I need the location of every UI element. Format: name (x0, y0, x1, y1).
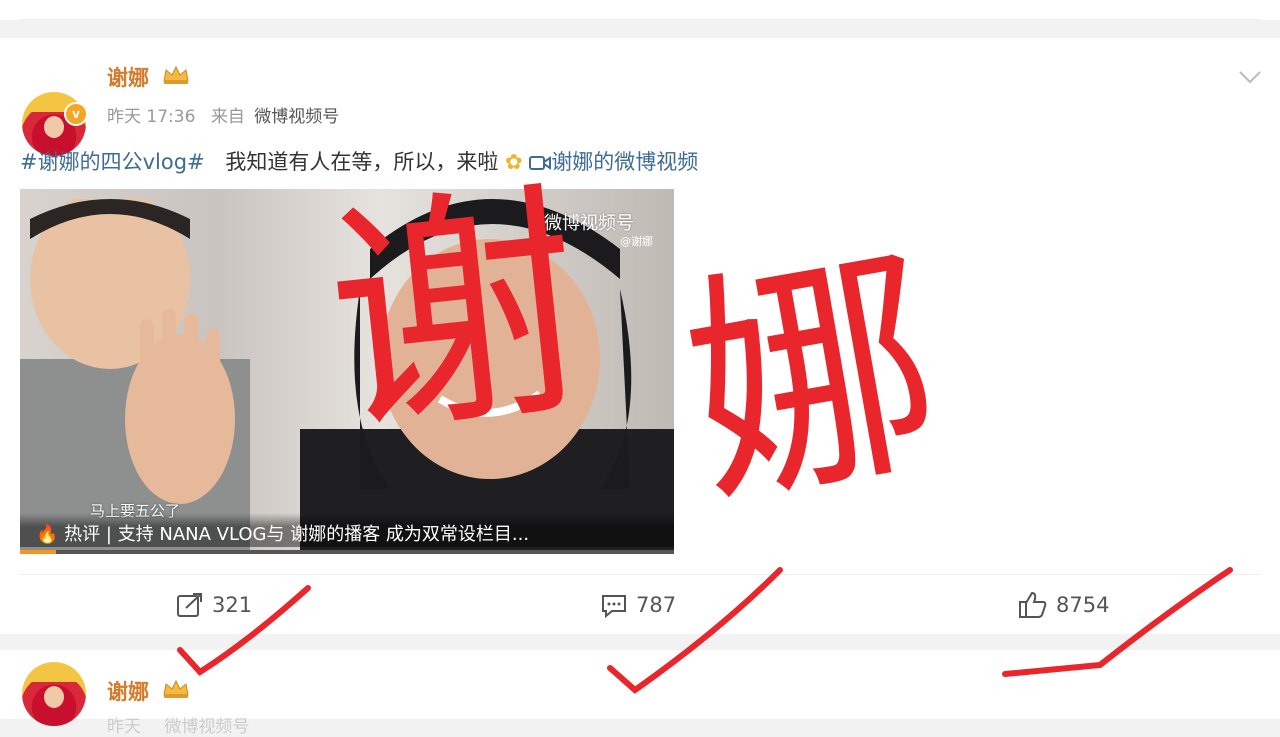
avatar-face (44, 686, 64, 708)
actions-divider (20, 574, 1260, 575)
comment-icon (602, 595, 626, 618)
next-avatar[interactable] (22, 662, 86, 726)
video-watermark: 微博视频号 (544, 213, 634, 234)
post-source[interactable]: 微博视频号 (254, 107, 339, 127)
comment-count: 787 (636, 593, 677, 617)
video-progress-fill (20, 550, 56, 554)
avatar-face (44, 116, 64, 138)
video-icon (529, 156, 552, 170)
repost-count: 321 (212, 593, 253, 617)
like-button[interactable]: 8754 (1018, 590, 1109, 620)
like-count: 8754 (1056, 593, 1110, 617)
next-post-card: 谢娜 昨天 微博视频号 (0, 650, 1280, 737)
post-body: 我知道有人在等，所以，来啦 (225, 150, 499, 174)
username[interactable]: 谢娜 (107, 62, 149, 92)
like-icon (1019, 591, 1047, 618)
post-text: #谢娜的四公vlog# 我知道有人在等，所以，来啦 ✿ 谢娜的微博视频 (20, 146, 698, 176)
crown-icon (163, 679, 189, 698)
topic-link[interactable]: #谢娜的四公vlog# (20, 150, 205, 174)
source-prefix: 来自 (210, 107, 245, 127)
video-person-right (300, 199, 674, 554)
weibo-post-card: v 谢娜 昨天 17:36 来自 微博视频号 #谢娜的四公vlog# 我知道有人… (0, 38, 1280, 634)
chevron-down-icon[interactable] (1238, 70, 1262, 84)
previous-post-card-bottom (0, 0, 1280, 20)
post-meta: 昨天 17:36 来自 微博视频号 (107, 102, 339, 127)
next-username[interactable]: 谢娜 (107, 676, 149, 706)
comment-button[interactable]: 787 (600, 590, 676, 620)
video-progress[interactable] (20, 550, 674, 554)
emoji-icon: ✿ (505, 150, 523, 174)
avatar-banner (28, 668, 80, 682)
video-link[interactable]: 谢娜的微博视频 (551, 150, 698, 174)
repost-button[interactable]: 321 (176, 590, 252, 620)
hot-comment-text: 热评 | 支持 NANA VLOG与 谢娜的播客 成为双常设栏目... (64, 524, 530, 545)
video-player[interactable]: 微博视频号 @谢娜 马上要五公了 🔥 热评 | 支持 NANA VLOG与 谢娜… (20, 189, 674, 554)
next-post-meta: 昨天 微博视频号 (107, 712, 249, 737)
fire-icon: 🔥 (36, 524, 59, 545)
verified-badge-icon: v (64, 102, 88, 126)
hot-comment[interactable]: 🔥 热评 | 支持 NANA VLOG与 谢娜的播客 成为双常设栏目... (36, 520, 529, 546)
next-post-time: 昨天 (107, 717, 141, 737)
divider (20, 19, 1260, 20)
next-post-source: 微博视频号 (164, 717, 250, 737)
repost-icon (177, 593, 202, 617)
video-watermark-sub: @谢娜 (620, 235, 653, 248)
post-time[interactable]: 昨天 17:36 (107, 107, 195, 127)
crown-icon (163, 65, 189, 84)
